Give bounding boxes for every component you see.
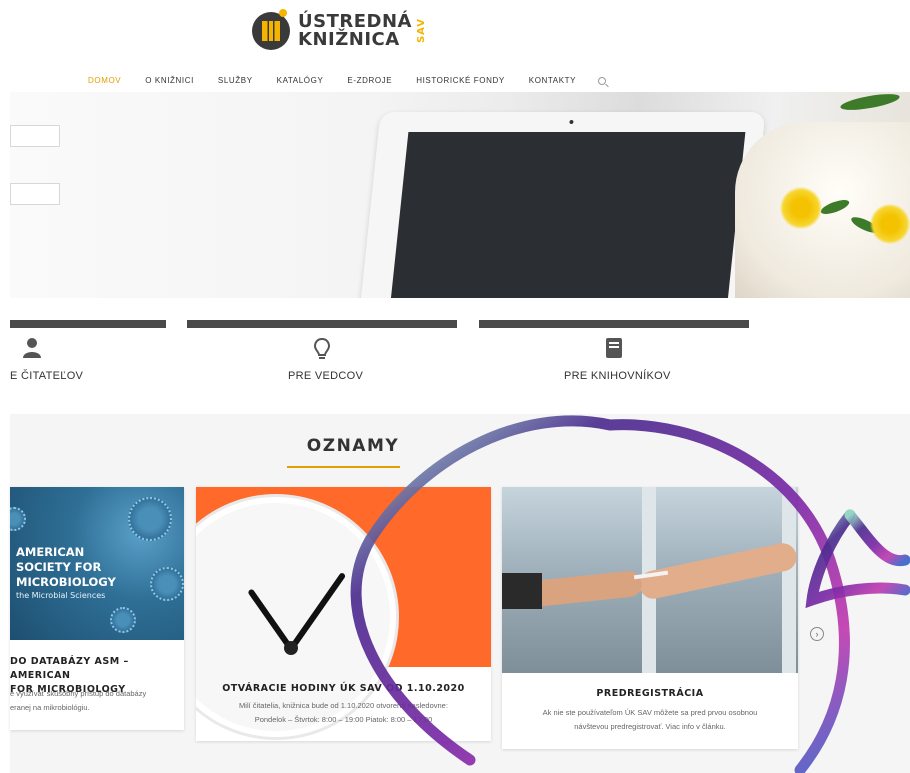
- hero-banner: [10, 92, 910, 298]
- card-text: Ak nie ste používateľom ÚK SAV môžete sa…: [512, 706, 788, 734]
- category-bar: [187, 320, 457, 328]
- nav-item-domov[interactable]: DOMOV: [88, 76, 121, 85]
- leaf-decoration: [839, 92, 901, 114]
- main-nav: DOMOV O KNIŽNICI SLUŽBY KATALÓGY E-ZDROJ…: [88, 76, 607, 85]
- category-bar: [10, 320, 166, 328]
- card-title-line-1: DO DATABÁZY ASM – AMERICAN: [10, 656, 129, 681]
- category-label-vedcov[interactable]: PRE VEDCOV: [288, 370, 363, 382]
- asm-image-line-1: AMERICAN: [16, 545, 85, 559]
- category-label-citatelov[interactable]: E ČITATEĽOV: [10, 370, 83, 382]
- section-title: OZNAMY: [306, 436, 400, 456]
- logo-mark-icon: [252, 9, 290, 50]
- nav-item-sluzby[interactable]: SLUŽBY: [218, 76, 253, 85]
- announcement-card-hours[interactable]: OTVÁRACIE HODINY ÚK SAV OD 1.10.2020 Mil…: [196, 487, 491, 741]
- nav-item-katalogy[interactable]: KATALÓGY: [277, 76, 324, 85]
- chevron-right-icon: ›: [815, 629, 819, 639]
- section-underline: [287, 466, 400, 468]
- user-icon[interactable]: [20, 337, 44, 365]
- card-title[interactable]: OTVÁRACIE HODINY ÚK SAV OD 1.10.2020: [196, 683, 491, 694]
- category-label-knihovnikov[interactable]: PRE KNIHOVNÍKOV: [564, 370, 671, 382]
- announcement-card-asm[interactable]: AMERICAN SOCIETY FOR MICROBIOLOGY the Mi…: [10, 487, 184, 730]
- card-text-line-1: Ak nie ste používateľom ÚK SAV môžete sa…: [542, 708, 758, 717]
- card-text-line-1: e využívať skúšobný prístup do databázy: [10, 689, 147, 698]
- logo-line-2: KNIŽNICA: [298, 29, 400, 50]
- card-text-line-1: Milí čitatelia, knižnica bude od 1.10.20…: [239, 701, 448, 710]
- nav-item-e-zdroje[interactable]: E-ZDROJE: [347, 76, 392, 85]
- site-logo[interactable]: ÚSTREDNÁ KNIŽNICA SAV: [252, 9, 427, 50]
- hero-input-2[interactable]: [10, 183, 60, 205]
- asm-image: AMERICAN SOCIETY FOR MICROBIOLOGY the Mi…: [10, 487, 184, 640]
- flower-decoration: [780, 187, 822, 229]
- category-bar: [479, 320, 749, 328]
- card-text-line-2: Pondelok – Štvrtok: 8:00 – 19:00 Piatok:…: [254, 715, 433, 724]
- asm-image-sub: the Microbial Sciences: [16, 591, 106, 600]
- nav-item-kontakty[interactable]: KONTAKTY: [529, 76, 576, 85]
- card-text-line-2: eranej na mikrobiológiu.: [10, 703, 90, 712]
- hero-input-1[interactable]: [10, 125, 60, 147]
- laptop-image: [359, 112, 766, 298]
- book-icon[interactable]: [604, 337, 624, 365]
- carousel-next-button[interactable]: ›: [810, 627, 824, 641]
- search-icon[interactable]: [598, 76, 607, 85]
- card-text-line-2: návštevou predregistrovať. Viac info v č…: [574, 722, 726, 731]
- card-text: e využívať skúšobný prístup do databázy …: [10, 687, 174, 715]
- lightbulb-icon[interactable]: [312, 337, 332, 367]
- handshake-image: [502, 487, 798, 673]
- announcement-card-registration[interactable]: PREDREGISTRÁCIA Ak nie ste používateľom …: [502, 487, 798, 749]
- clock-image: [196, 487, 491, 737]
- asm-image-line-2: SOCIETY FOR: [16, 560, 102, 574]
- nav-item-historicke-fondy[interactable]: HISTORICKÉ FONDY: [416, 76, 505, 85]
- card-text: Milí čitatelia, knižnica bude od 1.10.20…: [206, 699, 481, 727]
- logo-sav: SAV: [415, 18, 427, 44]
- card-title[interactable]: PREDREGISTRÁCIA: [502, 688, 798, 699]
- logo-text: ÚSTREDNÁ KNIŽNICA: [298, 13, 412, 49]
- nav-item-o-kniznici[interactable]: O KNIŽNICI: [145, 76, 194, 85]
- flower-decoration: [870, 204, 910, 244]
- asm-image-line-3: MICROBIOLOGY: [16, 575, 116, 589]
